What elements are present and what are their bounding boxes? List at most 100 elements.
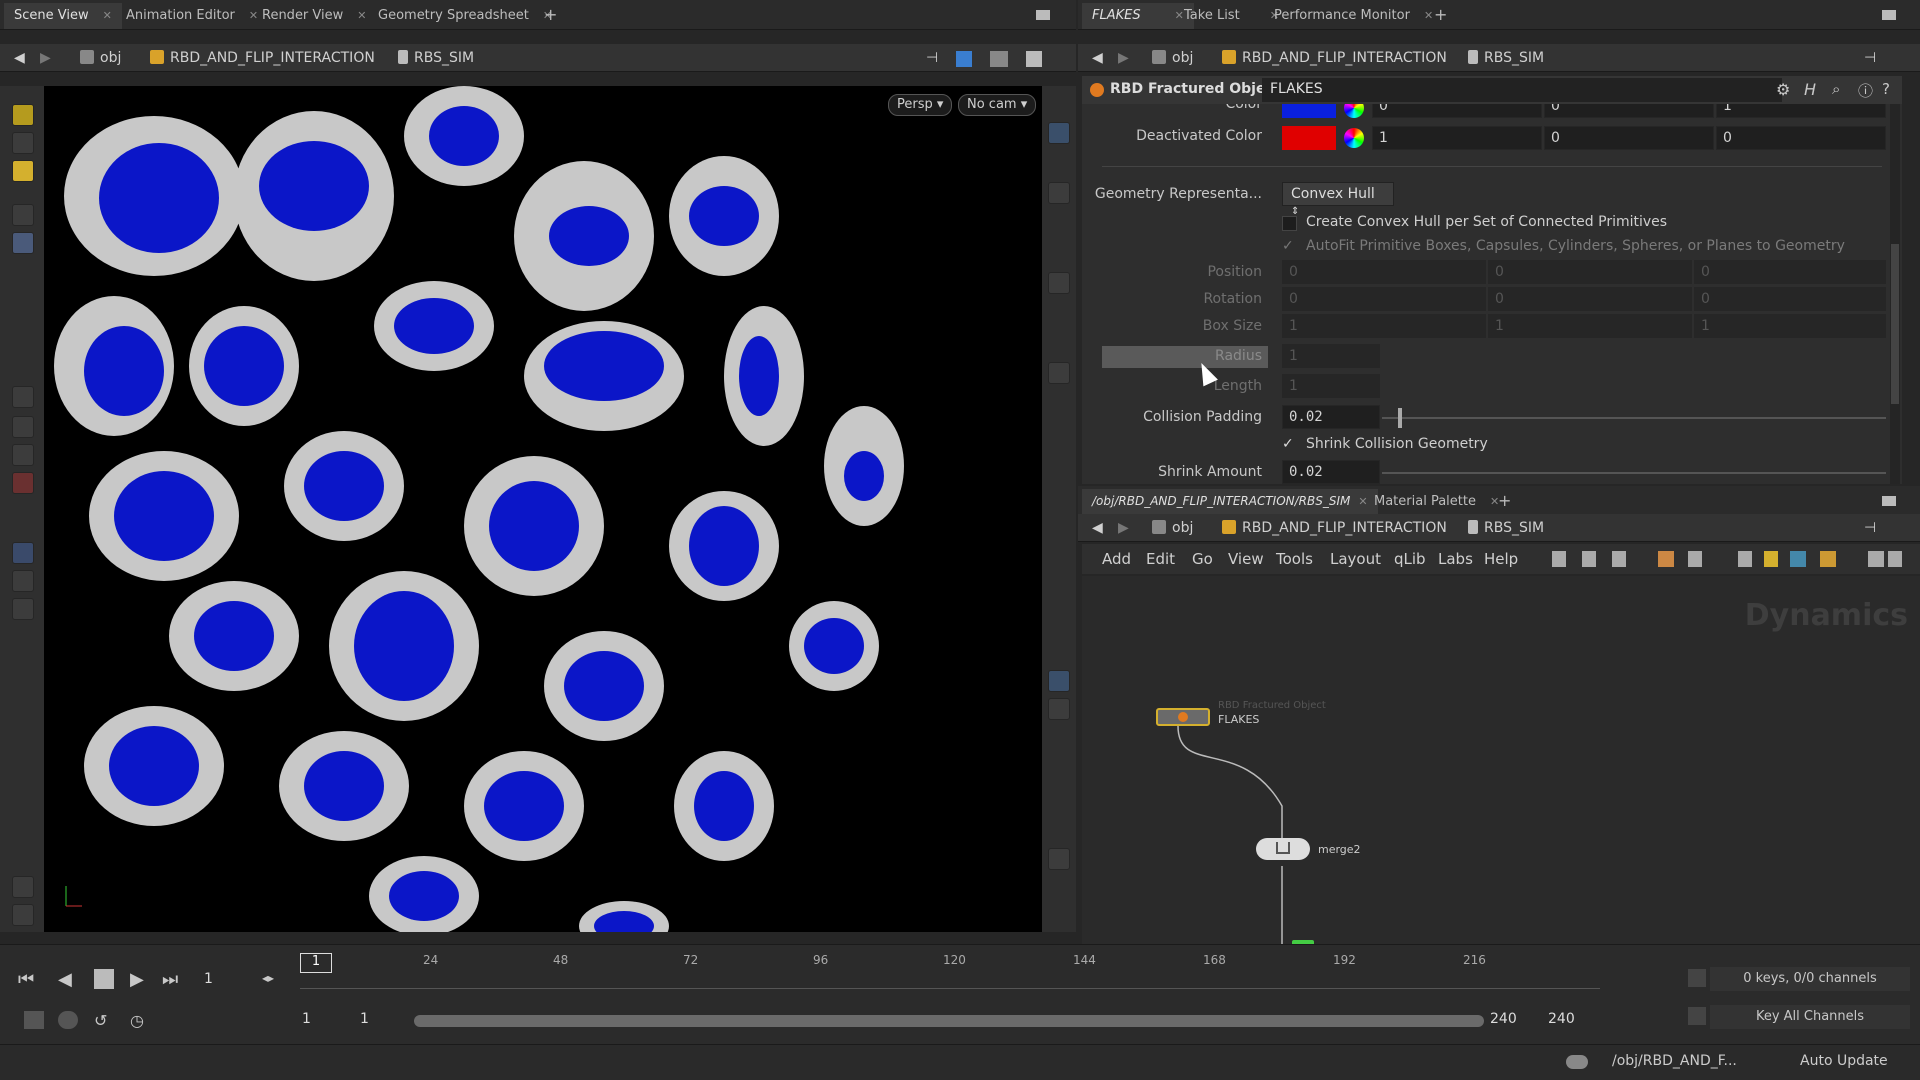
rotation-z-field[interactable]: 0 [1694, 287, 1886, 311]
deactivated-r-field[interactable]: 1 [1372, 126, 1542, 150]
menu-layout[interactable]: Layout [1330, 550, 1381, 568]
range-start-field[interactable]: 1 [302, 1011, 311, 1027]
sculpt-tool-icon[interactable] [12, 876, 34, 898]
auto-update-menu[interactable]: Auto Update [1800, 1053, 1888, 1069]
snap-tool-icon[interactable] [12, 542, 34, 564]
network-editor[interactable]: Dynamics RBD Fractured Object FLAKES mer… [1082, 576, 1920, 948]
audio-icon[interactable] [58, 1011, 78, 1029]
menu-go[interactable]: Go [1192, 550, 1213, 568]
node-name-field[interactable]: FLAKES [1262, 78, 1782, 102]
texture-icon[interactable] [1048, 848, 1070, 870]
path-node1[interactable]: RBD_AND_FLIP_INTERACTION [150, 50, 375, 66]
node-merge2[interactable] [1256, 838, 1310, 860]
back-icon[interactable]: ◀ [14, 50, 25, 66]
close-icon[interactable]: ✕ [357, 9, 366, 22]
geo-rep-dropdown[interactable]: Convex Hull ⇕ [1282, 182, 1394, 217]
path-node2[interactable]: RBS_SIM [1468, 520, 1544, 536]
menu-tools[interactable]: Tools [1276, 550, 1313, 568]
tab-scene-view[interactable]: Scene View ✕ [4, 3, 122, 29]
play-back-button[interactable]: ◀ [58, 969, 72, 990]
key-all-channels-button[interactable]: Key All Channels [1710, 1005, 1910, 1029]
range-slider[interactable] [414, 1015, 1484, 1027]
tab-animation-editor[interactable]: Animation Editor ✕ [116, 3, 268, 29]
render-tool-icon[interactable] [12, 570, 34, 592]
first-frame-button[interactable]: ⏮ [18, 969, 34, 990]
menu-help[interactable]: Help [1484, 550, 1518, 568]
info-icon[interactable]: ⓘ [1858, 80, 1873, 101]
realtime-icon[interactable] [24, 1011, 44, 1029]
box-size-z-field[interactable]: 1 [1694, 314, 1886, 338]
tab-network-path[interactable]: /obj/RBD_AND_FLIP_INTERACTION/RBS_SIM ✕ [1082, 489, 1378, 515]
display-options-icons[interactable] [956, 51, 1056, 67]
deactivated-b-field[interactable]: 0 [1716, 126, 1886, 150]
select-tool-icon[interactable] [12, 204, 34, 226]
help-script-icon[interactable]: H [1804, 80, 1816, 99]
handle-tool-icon[interactable] [12, 104, 34, 126]
close-icon[interactable]: ✕ [103, 9, 112, 22]
3d-viewport[interactable]: Persp ▾ No cam ▾ [44, 86, 1042, 932]
camera-tool-icon[interactable] [12, 598, 34, 620]
magnet-tool-icon[interactable] [12, 472, 34, 494]
frame-ruler[interactable]: 1 24 48 72 96 120 144 168 192 216 [300, 949, 1600, 989]
color-r-field[interactable]: 0 [1372, 104, 1542, 118]
shading-icon[interactable] [1048, 362, 1070, 384]
search-icon[interactable]: ⌕ [1832, 80, 1840, 98]
keys-icon[interactable] [1688, 969, 1706, 987]
forward-icon[interactable]: ▶ [1118, 50, 1129, 66]
lock-icon[interactable] [1048, 182, 1070, 204]
add-tab-icon[interactable]: + [1498, 491, 1511, 510]
box-size-x-field[interactable]: 1 [1282, 314, 1486, 338]
radius-field[interactable]: 1 [1282, 344, 1380, 368]
color-swatch[interactable] [1282, 104, 1336, 118]
forward-icon[interactable]: ▶ [1118, 520, 1129, 536]
tab-performance-monitor[interactable]: Performance Monitor ✕ [1264, 3, 1443, 29]
camera-menu[interactable]: No cam ▾ [958, 94, 1037, 116]
box-size-y-field[interactable]: 1 [1488, 314, 1692, 338]
move-tool-icon[interactable] [12, 386, 34, 408]
collision-padding-field[interactable]: 0.02 [1282, 405, 1380, 429]
pin-icon[interactable]: ⊣ [1864, 520, 1876, 536]
check-icon[interactable]: ✓ [1282, 238, 1294, 254]
scale-tool-icon[interactable] [12, 444, 34, 466]
gear-icon[interactable]: ⚙ [1776, 80, 1790, 99]
forward-icon[interactable]: ▶ [40, 50, 51, 66]
help-icon[interactable]: ? [1882, 80, 1890, 98]
pin-icon[interactable]: ⊣ [926, 50, 938, 66]
rotation-y-field[interactable]: 0 [1488, 287, 1692, 311]
path-node1[interactable]: RBD_AND_FLIP_INTERACTION [1222, 50, 1447, 66]
menu-qlib[interactable]: qLib [1394, 550, 1426, 568]
shrink-amount-field[interactable]: 0.02 [1282, 460, 1380, 484]
path-obj[interactable]: obj [1152, 50, 1193, 66]
color-wheel-icon[interactable] [1344, 128, 1364, 148]
tab-render-view[interactable]: Render View ✕ [252, 3, 376, 29]
pane-menu-icon[interactable] [1882, 496, 1896, 506]
length-field[interactable]: 1 [1282, 374, 1380, 398]
status-path[interactable]: /obj/RBD_AND_F... [1612, 1053, 1737, 1069]
view-tool-icon[interactable] [12, 132, 34, 154]
collision-padding-handle[interactable] [1398, 408, 1402, 428]
brush-tool-icon[interactable] [12, 904, 34, 926]
tab-geometry-spreadsheet[interactable]: Geometry Spreadsheet ✕ [368, 3, 562, 29]
pose-tool-icon[interactable] [12, 160, 34, 182]
background-icon[interactable] [1048, 698, 1070, 720]
add-tab-icon[interactable]: + [1434, 5, 1447, 24]
color-g-field[interactable]: 0 [1544, 104, 1714, 118]
node-flakes[interactable] [1156, 708, 1210, 726]
range-end-field[interactable]: 240 [1490, 1011, 1517, 1027]
menu-add[interactable]: Add [1102, 550, 1131, 568]
collision-padding-slider[interactable] [1382, 417, 1886, 419]
deactivated-color-swatch[interactable] [1282, 126, 1336, 150]
position-z-field[interactable]: 0 [1694, 260, 1886, 284]
network-tool-icons[interactable] [1552, 551, 1902, 567]
range-start2-field[interactable]: 1 [360, 1011, 369, 1027]
lock-tool-icon[interactable] [12, 232, 34, 254]
current-frame-field[interactable]: 1 [200, 969, 258, 991]
pane-menu-icon[interactable] [1036, 10, 1050, 20]
rotate-tool-icon[interactable] [12, 416, 34, 438]
pane-menu-icon[interactable] [1882, 10, 1896, 20]
path-node1[interactable]: RBD_AND_FLIP_INTERACTION [1222, 520, 1447, 536]
path-node2[interactable]: RBS_SIM [1468, 50, 1544, 66]
path-node2[interactable]: RBS_SIM [398, 50, 474, 66]
persp-menu[interactable]: Persp ▾ [888, 94, 953, 116]
path-obj[interactable]: obj [1152, 520, 1193, 536]
